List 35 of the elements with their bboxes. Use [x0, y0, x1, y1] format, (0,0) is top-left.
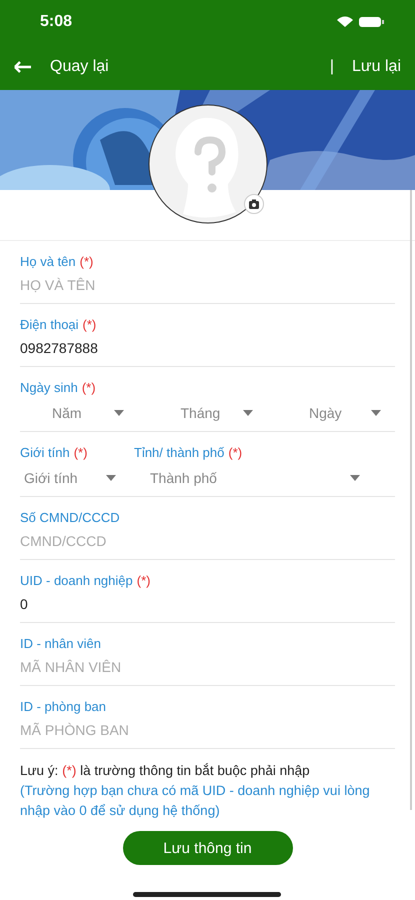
field-label: Tỉnh/ thành phố (*): [134, 444, 244, 462]
field-label: Họ và tên (*): [20, 252, 94, 271]
caret-icon: [106, 475, 116, 481]
caret-icon: [371, 410, 381, 416]
dropdown[interactable]: Năm: [20, 401, 138, 425]
dropdown[interactable]: Tháng: [148, 401, 266, 425]
camera-icon[interactable]: [244, 194, 264, 214]
save-link[interactable]: Lưu lại: [352, 58, 401, 76]
text-field[interactable]: 0982787888: [20, 334, 395, 362]
dropdown[interactable]: Thành phố: [134, 466, 374, 490]
text-field[interactable]: HỌ VÀ TÊN: [20, 271, 395, 299]
field-label: ID - nhân viên: [20, 634, 102, 652]
dropdown[interactable]: Ngày: [277, 401, 395, 425]
back-arrow-icon[interactable]: [14, 61, 32, 73]
caret-icon: [242, 410, 252, 416]
field-label: Giới tính (*): [20, 444, 88, 462]
status-time: 5:08: [40, 13, 72, 31]
field-label: Ngày sinh (*): [20, 378, 97, 397]
text-field[interactable]: MÃ NHÂN VIÊN: [20, 653, 395, 681]
text-field[interactable]: MÃ PHÒNG BAN: [20, 716, 395, 744]
avatar-placeholder-icon[interactable]: [148, 104, 268, 224]
divider-mark: |: [330, 58, 334, 76]
field-label: Số CMND/CCCD: [20, 508, 121, 526]
note-text: Lưu ý: (*) là trường thông tin bắt buộc phải nhập: [19, 762, 311, 780]
text-field[interactable]: 0: [20, 590, 395, 618]
caret-icon: [114, 410, 124, 416]
field-label: ID - phòng ban: [20, 698, 108, 716]
text-field[interactable]: CMND/CCCD: [20, 527, 395, 555]
dropdown[interactable]: Giới tính: [20, 466, 116, 490]
caret-icon: [350, 475, 360, 481]
field-label: Điện thoại (*): [20, 316, 98, 334]
save-info-button[interactable]: Lưu thông tin: [122, 831, 292, 865]
field-label: UID - doanh nghiệp (*): [20, 572, 152, 590]
back-link[interactable]: Quay lại: [50, 58, 109, 76]
hint-text: (Trường hợp bạn chưa có mã UID - doanh nghiệp vui lòng nhập vào 0 để sử dụng hệ thống): [19, 782, 371, 820]
